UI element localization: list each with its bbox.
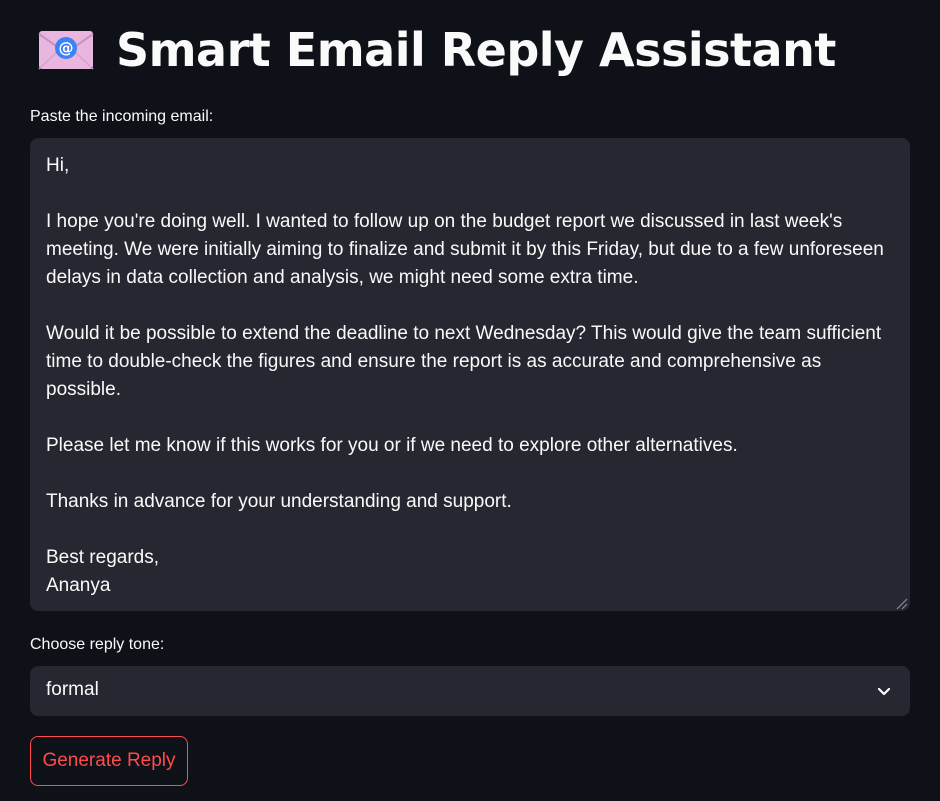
header: @ Smart Email Reply Assistant (38, 18, 836, 82)
resize-handle-icon[interactable] (896, 597, 908, 610)
tone-select[interactable]: formal (30, 666, 910, 716)
app-page: @ Smart Email Reply Assistant Paste the … (0, 0, 940, 801)
email-input-label: Paste the incoming email: (30, 108, 214, 125)
tone-select-label: Choose reply tone: (30, 636, 165, 653)
email-icon: @ (38, 29, 94, 71)
email-textarea[interactable]: Hi, I hope you're doing well. I wanted t… (30, 138, 910, 611)
chevron-down-icon[interactable] (876, 683, 892, 699)
tone-select-value: formal (46, 679, 99, 700)
svg-text:@: @ (59, 39, 74, 57)
generate-reply-button[interactable]: Generate Reply (30, 736, 188, 786)
email-textarea-content[interactable]: Hi, I hope you're doing well. I wanted t… (46, 152, 886, 603)
page-title: Smart Email Reply Assistant (116, 23, 836, 77)
